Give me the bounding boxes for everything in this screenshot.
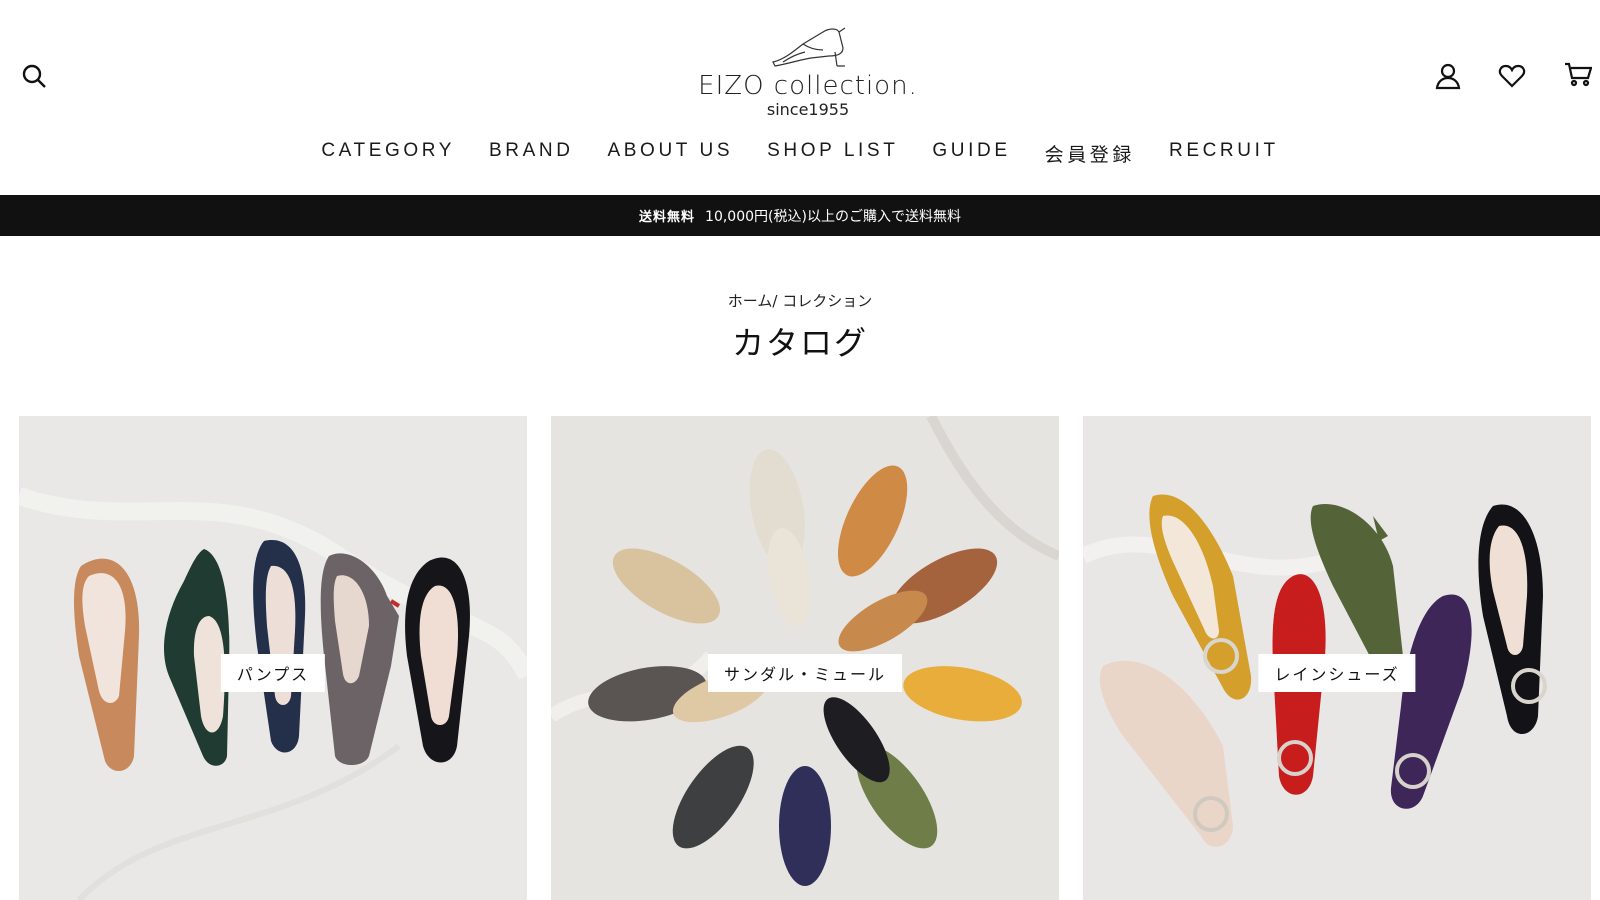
breadcrumb-current: コレクション — [782, 292, 873, 310]
logo-wordmark: EIZO collection. — [698, 71, 918, 101]
site-logo[interactable]: EIZO collection. since1955 — [690, 22, 926, 126]
free-shipping-tag: 送料無料 — [639, 210, 696, 225]
nav-item-brand[interactable]: BRAND — [489, 140, 574, 167]
shoe-logo-icon — [772, 27, 846, 67]
heart-icon — [1498, 64, 1526, 88]
nav-item-member-registration[interactable]: 会員登録 — [1045, 140, 1135, 167]
breadcrumb-home[interactable]: ホーム — [728, 292, 773, 310]
collection-label-rain-shoes: レインシューズ — [1258, 654, 1416, 692]
nav-item-recruit[interactable]: RECRUIT — [1169, 140, 1279, 167]
user-icon — [1435, 63, 1461, 90]
search-icon — [22, 64, 46, 88]
announcement-text: 10,000円(税込)以上のご購入で送料無料 — [705, 208, 961, 225]
collection-card-pumps[interactable]: パンプス — [19, 416, 527, 900]
search-button[interactable] — [18, 60, 50, 92]
announcement-bar: 送料無料 10,000円(税込)以上のご購入で送料無料 — [0, 195, 1600, 236]
collection-label-pumps: パンプス — [220, 654, 326, 692]
page-title: カタログ — [731, 324, 868, 362]
collection-card-rain-shoes[interactable]: レインシューズ — [1083, 416, 1591, 900]
nav-item-about-us[interactable]: ABOUT US — [608, 140, 734, 167]
breadcrumb-separator: / — [772, 292, 783, 310]
breadcrumb: ホーム/ コレクション — [0, 290, 1600, 311]
nav-item-guide[interactable]: GUIDE — [932, 140, 1010, 167]
cart-button[interactable] — [1562, 58, 1594, 90]
collection-card-sandals[interactable]: サンダル・ミュール — [551, 416, 1059, 900]
cart-icon — [1565, 62, 1592, 87]
collection-label-sandals: サンダル・ミュール — [707, 654, 903, 692]
account-button[interactable] — [1432, 60, 1464, 92]
nav-item-shop-list[interactable]: SHOP LIST — [767, 140, 898, 167]
main-nav: CATEGORY BRAND ABOUT US SHOP LIST GUIDE … — [0, 140, 1600, 167]
site-header: EIZO collection. since1955 CATEGORY BRAN… — [0, 0, 1600, 195]
logo-since: since1955 — [766, 100, 850, 119]
wishlist-button[interactable] — [1496, 60, 1528, 92]
collection-grid: パンプス サンダル・ミュール レインシューズ — [19, 416, 1593, 900]
nav-item-category[interactable]: CATEGORY — [321, 140, 455, 167]
